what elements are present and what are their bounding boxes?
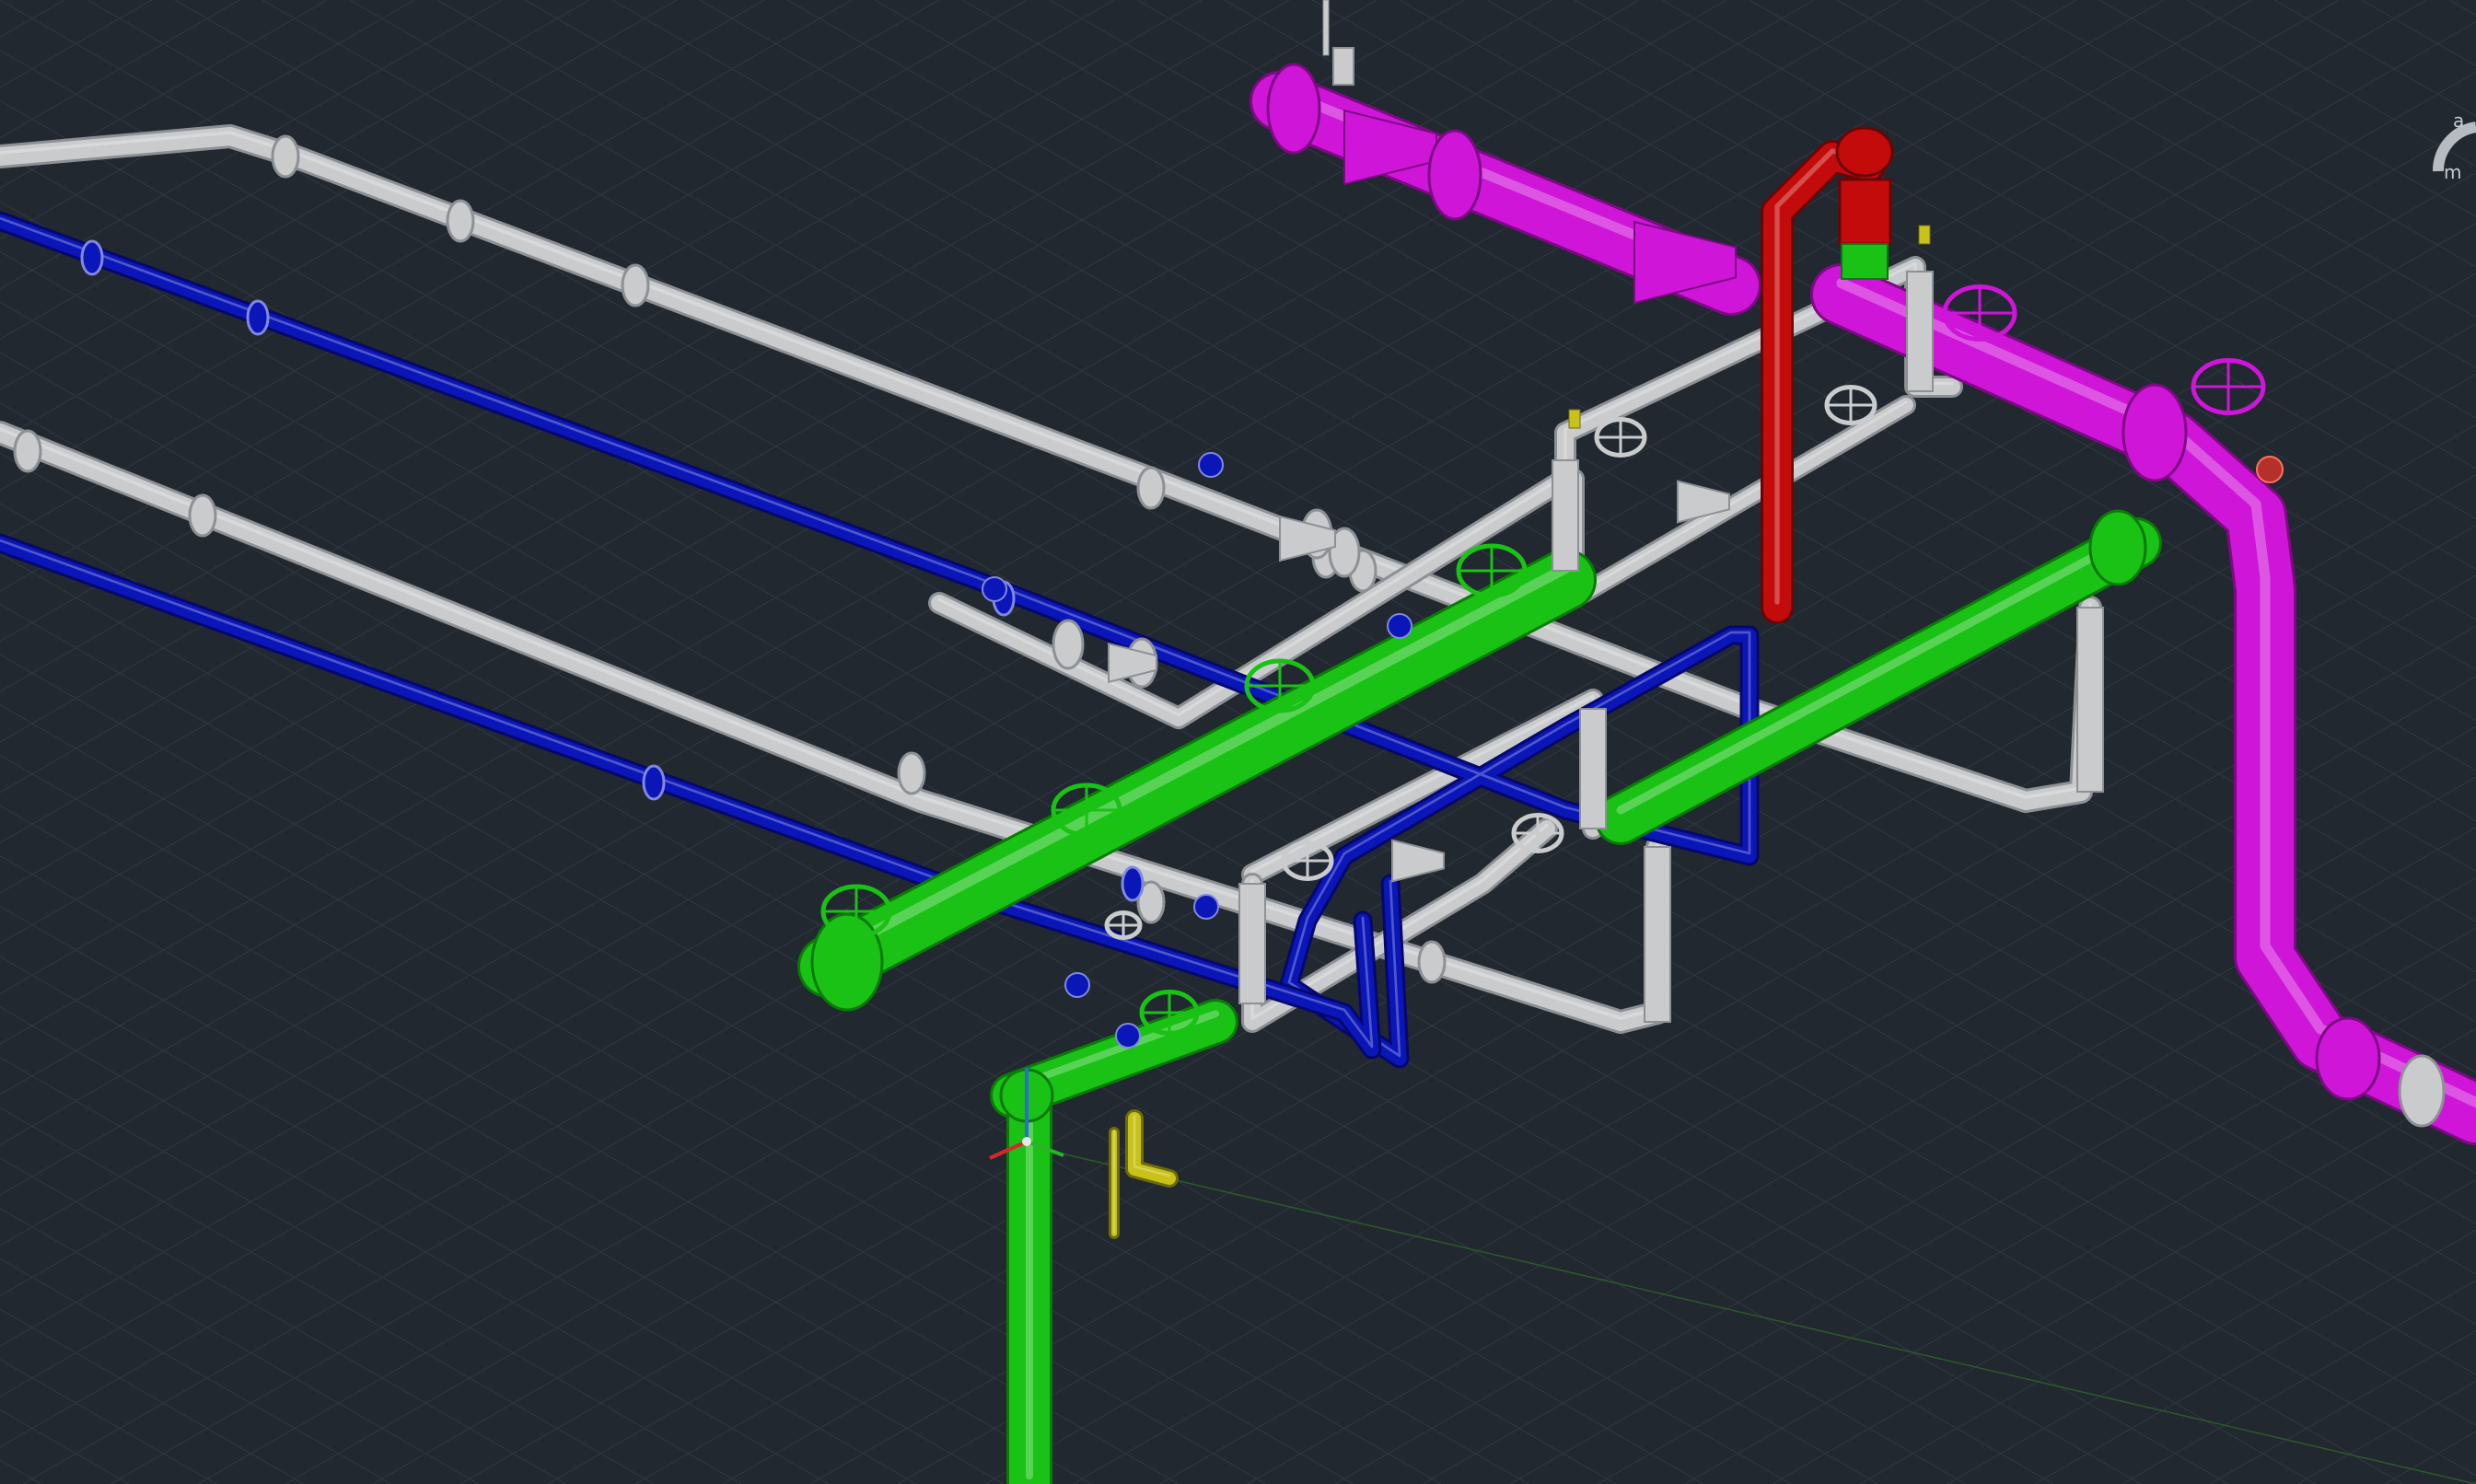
ucs-origin: [1022, 1137, 1031, 1146]
red-gauge-marker: [2256, 456, 2284, 483]
grid-line: [0, 150, 2317, 1484]
white-vertical-spool: [1579, 708, 1607, 829]
white-vertical-spool: [1906, 271, 1934, 392]
green-valve-collar: [1841, 243, 1889, 280]
red-valve-stack: [1838, 178, 1892, 246]
red-valve-body: [1835, 126, 1894, 178]
grid-line: [0, 0, 2252, 1297]
white-vent-stem: [1322, 0, 1330, 56]
grid-line: [0, 0, 1727, 995]
grid-line: [0, 0, 503, 290]
white-pipe-riser: [1567, 398, 1913, 606]
blue-flange: [1121, 865, 1145, 902]
blue-instrument: [1064, 972, 1090, 998]
grid-line: [0, 0, 328, 190]
white-flange: [897, 751, 926, 795]
grid-line: [0, 0, 415, 239]
grid-line: [372, 272, 2476, 1484]
blue-instrument: [982, 576, 1007, 602]
white-flange: [13, 429, 42, 473]
magenta-flange: [2121, 383, 2188, 482]
white-flange: [188, 493, 217, 538]
grid-line: [0, 0, 853, 492]
grid-line: [1836, 0, 2476, 369]
white-vent-valve: [1332, 47, 1354, 86]
blue-flange: [642, 764, 666, 801]
white-flange: [271, 134, 300, 179]
white-reducer: [1391, 839, 1445, 883]
yellow-vent-cap: [1568, 409, 1581, 429]
grid-line: [174, 0, 2476, 1326]
blue-flange: [80, 239, 104, 276]
white-flange: [1417, 940, 1447, 984]
magenta-flange: [2315, 1016, 2381, 1101]
grid-line: [1947, 1178, 2476, 1484]
compass-letter: m: [2444, 161, 2461, 183]
model-viewport[interactable]: m a: [0, 0, 2476, 1484]
grid-line: [0, 0, 1377, 794]
grid-line: [0, 1056, 742, 1484]
blue-instrument: [1387, 613, 1412, 639]
grid-line: [0, 0, 1290, 743]
grid-line: [0, 352, 1967, 1484]
white-vertical-spool: [1238, 883, 1266, 1004]
blue-flange: [246, 299, 270, 336]
white-flange: [621, 263, 650, 307]
grid-line: [1574, 0, 2476, 520]
green-flange-end: [2088, 509, 2147, 586]
compass-letter-secondary: a: [2453, 110, 2464, 132]
white-vertical-spool: [2076, 607, 2104, 793]
white-flange: [1136, 466, 1166, 510]
green-flange-end: [810, 912, 884, 1012]
pipe-network: [0, 71, 2476, 1484]
magenta-flange: [1427, 129, 1482, 221]
grid-line: [2186, 0, 2476, 168]
grid-line: [2361, 0, 2476, 67]
white-flange: [446, 199, 475, 243]
grid-line: [0, 754, 1267, 1484]
blue-instrument: [1115, 1023, 1141, 1049]
white-flange: [1052, 619, 1085, 670]
viewcube-compass-icon[interactable]: m a: [2412, 92, 2476, 221]
piping-3d-scene[interactable]: [0, 0, 2476, 1484]
blue-instrument: [1198, 452, 1224, 478]
grid-line: [1924, 0, 2476, 319]
grid-line: [2273, 0, 2476, 117]
white-vertical-spool: [1644, 846, 1671, 1023]
grid-line: [0, 0, 1028, 592]
white-vertical-spool: [1552, 459, 1579, 572]
magenta-pipe-spool-band: [2398, 1054, 2446, 1128]
grid-line: [0, 1258, 392, 1484]
blue-instrument: [1193, 894, 1219, 920]
yellow-vent-cap: [1918, 225, 1931, 245]
grid-line: [2121, 1280, 2476, 1484]
magenta-flange: [1266, 63, 1321, 155]
grid-line: [2471, 1481, 2476, 1484]
